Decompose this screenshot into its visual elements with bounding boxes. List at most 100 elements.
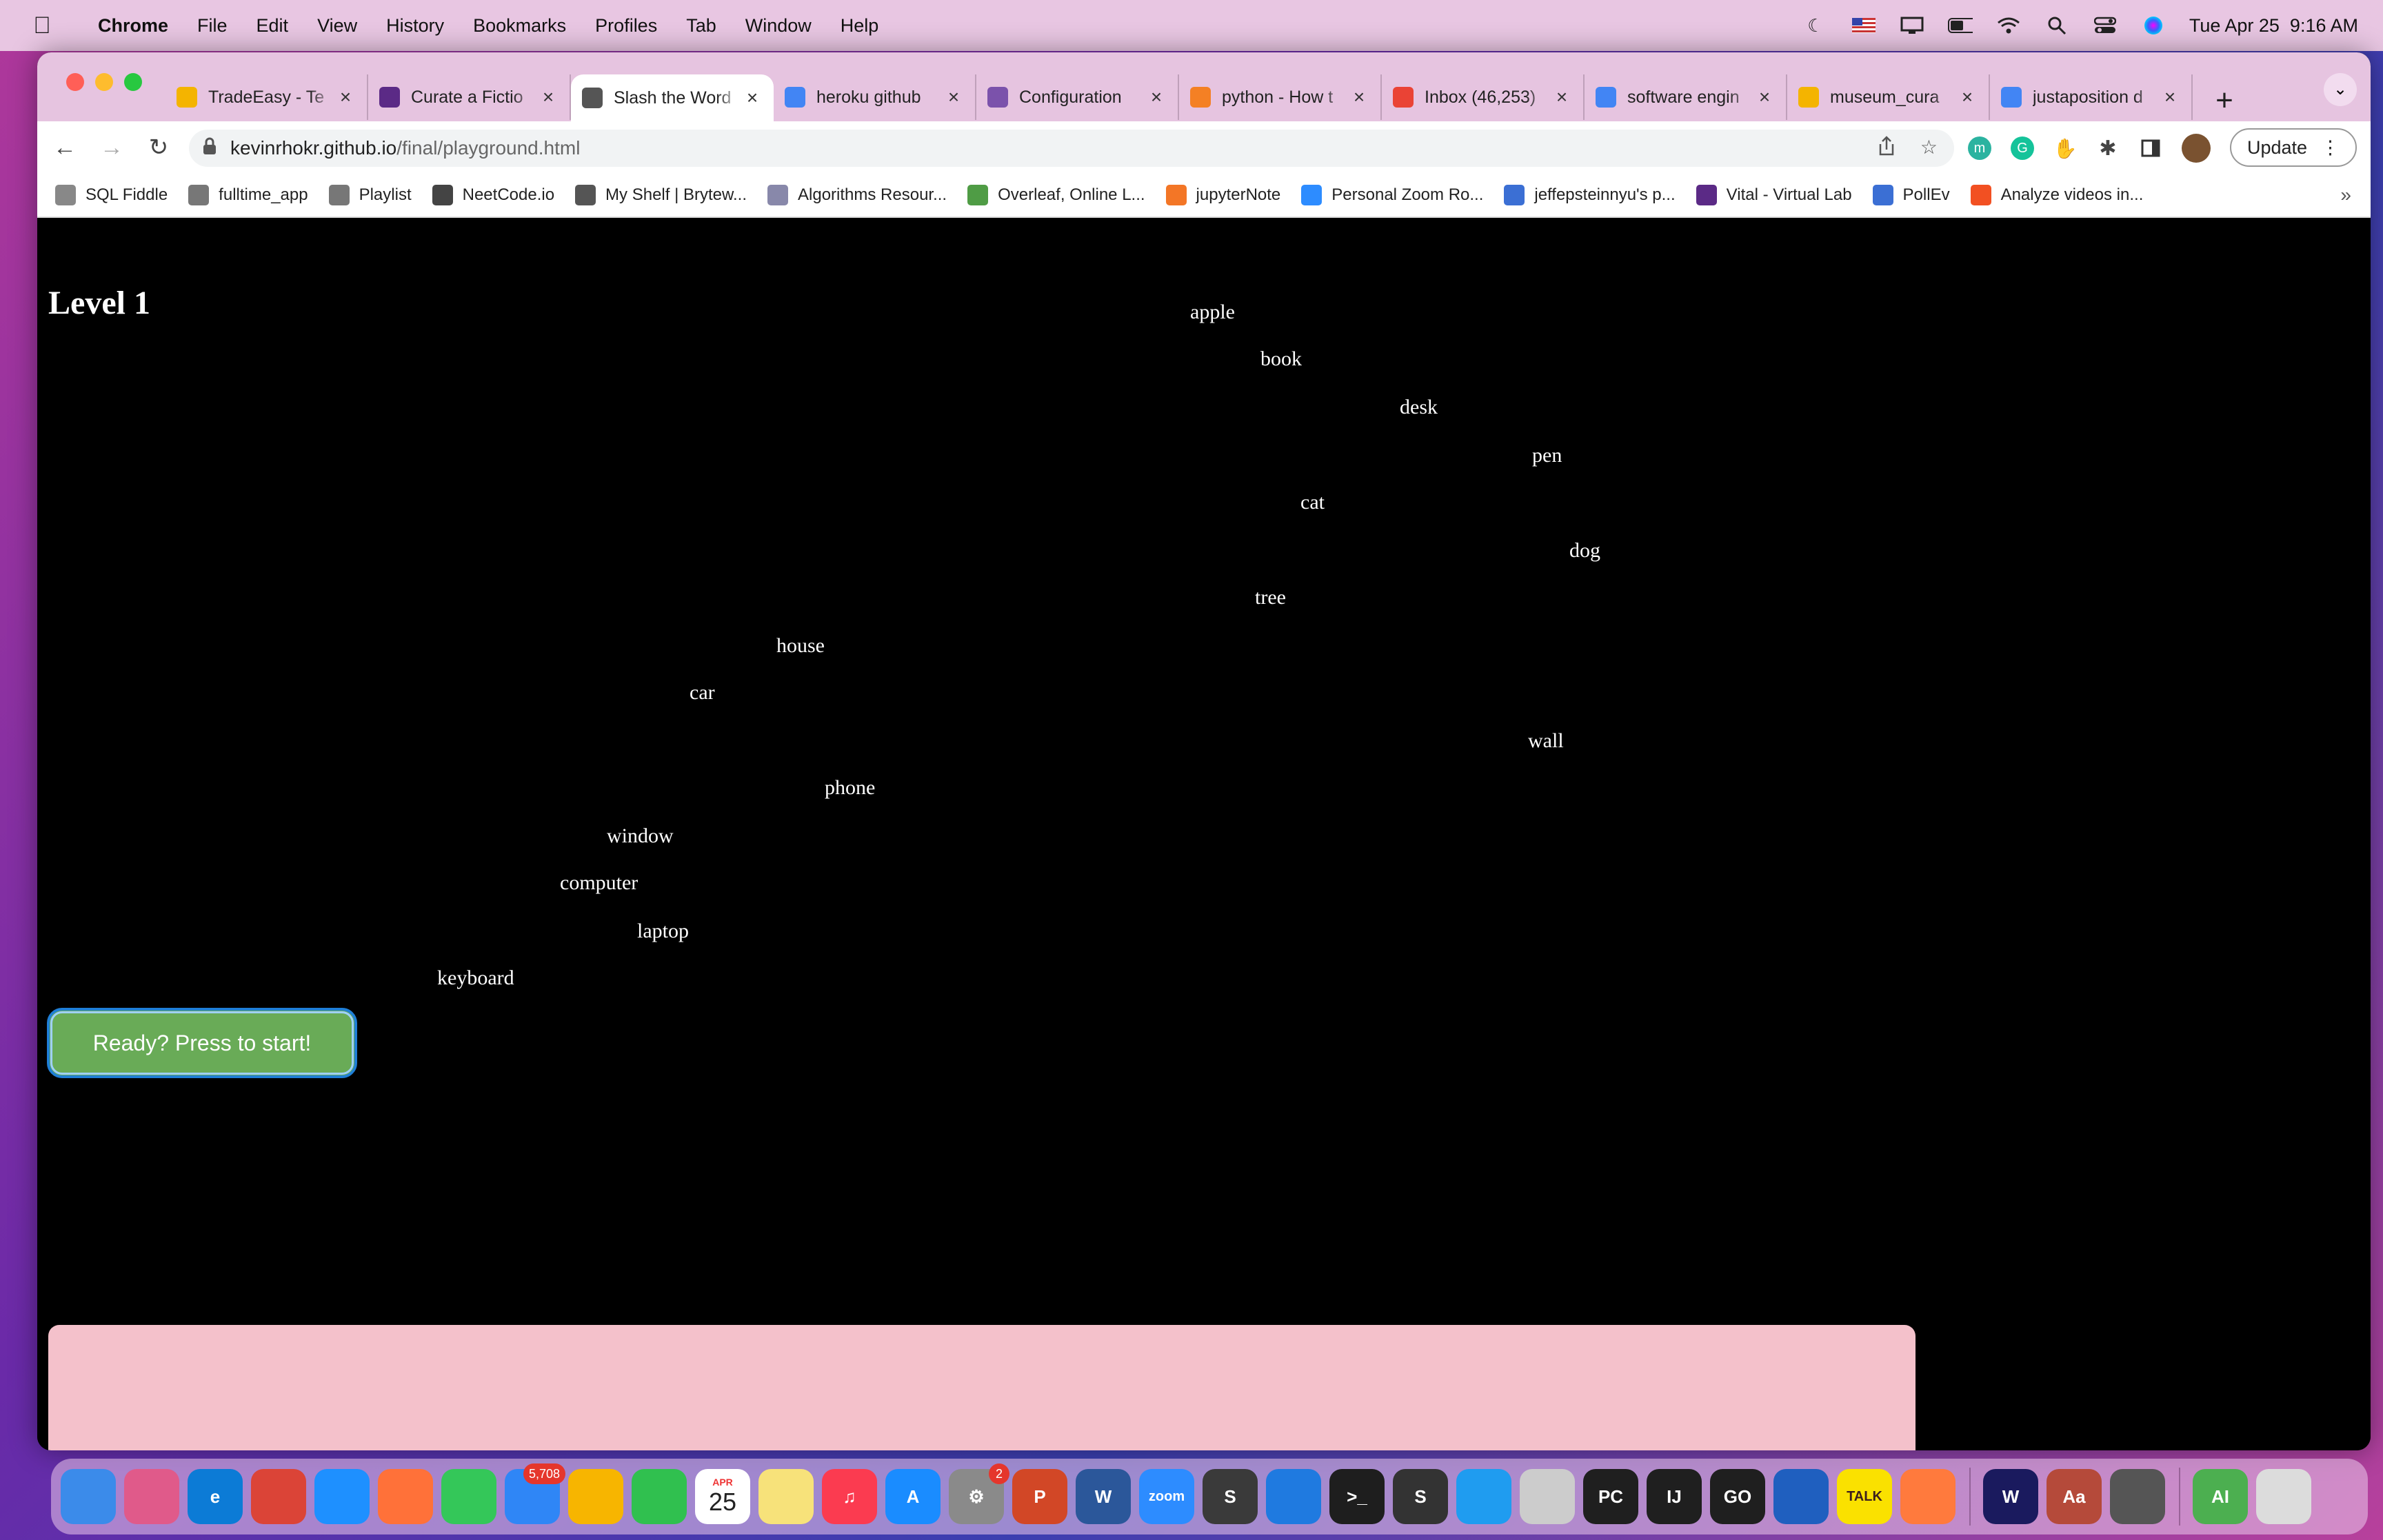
- menu-window[interactable]: Window: [745, 15, 812, 37]
- powerpoint-icon[interactable]: P: [1012, 1469, 1067, 1524]
- tab-8[interactable]: museum_cura ×: [1787, 74, 1990, 120]
- launchpad-icon[interactable]: [124, 1469, 179, 1524]
- forward-button[interactable]: →: [92, 134, 131, 161]
- tab-close-icon[interactable]: ×: [335, 86, 356, 108]
- wifi-icon[interactable]: [1996, 16, 2021, 35]
- edge-icon[interactable]: e: [188, 1469, 243, 1524]
- tab-2[interactable]: Slash the Word ×: [571, 74, 774, 121]
- tab-4[interactable]: Configuration ×: [976, 74, 1179, 120]
- tab-close-icon[interactable]: ×: [1146, 86, 1167, 108]
- reload-button[interactable]: ↻: [139, 134, 178, 161]
- address-bar[interactable]: kevinrhokr.github.io/final/playground.ht…: [189, 130, 1954, 167]
- pycharm-icon[interactable]: PC: [1583, 1469, 1638, 1524]
- dictionary-icon[interactable]: Aa: [2047, 1469, 2102, 1524]
- spotlight-search-icon[interactable]: [2044, 16, 2069, 35]
- menu-edit[interactable]: Edit: [257, 15, 289, 37]
- word-input-area[interactable]: [48, 1325, 1916, 1450]
- back-button[interactable]: ←: [46, 134, 84, 161]
- control-center-icon[interactable]: [2093, 16, 2118, 35]
- menu-profiles[interactable]: Profiles: [595, 15, 657, 37]
- window-minimize-button[interactable]: [95, 73, 113, 91]
- xcode-icon[interactable]: [1266, 1469, 1321, 1524]
- bookmark-item[interactable]: Vital - Virtual Lab: [1696, 185, 1852, 205]
- bookmark-item[interactable]: Overleaf, Online L...: [967, 185, 1145, 205]
- tab-search-button[interactable]: ⌄: [2324, 73, 2357, 106]
- sublime-icon[interactable]: S: [1203, 1469, 1258, 1524]
- tab-close-icon[interactable]: ×: [1957, 86, 1978, 108]
- tab-close-icon[interactable]: ×: [1754, 86, 1775, 108]
- word-icon[interactable]: W: [1076, 1469, 1131, 1524]
- ai-assistant-icon[interactable]: AI: [2193, 1469, 2248, 1524]
- menu-view[interactable]: View: [317, 15, 357, 37]
- app-store-icon[interactable]: A: [885, 1469, 941, 1524]
- siri-icon[interactable]: [2141, 16, 2166, 35]
- tab-close-icon[interactable]: ×: [538, 86, 559, 108]
- music-icon[interactable]: ♫: [822, 1469, 877, 1524]
- bookmark-item[interactable]: My Shelf | Brytew...: [575, 185, 747, 205]
- menu-bookmarks[interactable]: Bookmarks: [473, 15, 566, 37]
- tab-6[interactable]: Inbox (46,253) ×: [1382, 74, 1585, 120]
- bookmark-item[interactable]: Personal Zoom Ro...: [1301, 185, 1483, 205]
- screen-mirroring-icon[interactable]: [1900, 16, 1924, 35]
- trash-icon[interactable]: [2256, 1469, 2311, 1524]
- lock-icon[interactable]: [189, 137, 230, 160]
- menu-file[interactable]: File: [197, 15, 228, 37]
- tab-close-icon[interactable]: ×: [1551, 86, 1572, 108]
- bookmark-item[interactable]: Analyze videos in...: [1970, 185, 2143, 205]
- goland-icon[interactable]: GO: [1710, 1469, 1765, 1524]
- tab-close-icon[interactable]: ×: [943, 86, 964, 108]
- profile-avatar[interactable]: [2182, 134, 2211, 163]
- share-icon[interactable]: [1878, 135, 1896, 161]
- menu-app-name[interactable]: Chrome: [98, 15, 168, 37]
- window-zoom-button[interactable]: [124, 73, 142, 91]
- zoom-icon[interactable]: zoom: [1139, 1469, 1194, 1524]
- us-flag-input-icon[interactable]: [1851, 16, 1876, 35]
- tab-close-icon[interactable]: ×: [1349, 86, 1369, 108]
- battery-icon[interactable]: [1947, 16, 1973, 35]
- m-extension-icon[interactable]: m: [1968, 136, 1991, 160]
- intellij-icon[interactable]: IJ: [1647, 1469, 1702, 1524]
- bookmark-item[interactable]: jeffepsteinnyu's p...: [1504, 185, 1676, 205]
- terminal-icon[interactable]: >_: [1329, 1469, 1385, 1524]
- side-panel-icon[interactable]: [2139, 136, 2162, 160]
- puzzle-extensions-icon[interactable]: ✱: [2096, 136, 2120, 160]
- bookmark-item[interactable]: NeetCode.io: [432, 185, 554, 205]
- menu-help[interactable]: Help: [841, 15, 879, 37]
- system-settings-icon[interactable]: ⚙ 2: [949, 1463, 1009, 1524]
- tab-close-icon[interactable]: ×: [742, 87, 763, 109]
- tab-5[interactable]: python - How t ×: [1179, 74, 1382, 120]
- kakaotalk-icon[interactable]: TALK: [1837, 1469, 1892, 1524]
- photos-icon[interactable]: [568, 1469, 623, 1524]
- menubar-datetime[interactable]: Tue Apr 25 9:16 AM: [2189, 15, 2358, 37]
- mail-icon[interactable]: 5,708: [505, 1463, 565, 1524]
- bookmark-item[interactable]: SQL Fiddle: [55, 185, 168, 205]
- bookmark-item[interactable]: PollEv: [1872, 185, 1950, 205]
- window-close-button[interactable]: [66, 73, 84, 91]
- safari-icon[interactable]: [314, 1469, 370, 1524]
- menu-history[interactable]: History: [386, 15, 444, 37]
- bookmark-item[interactable]: Playlist: [328, 185, 412, 205]
- tab-close-icon[interactable]: ×: [2160, 86, 2180, 108]
- focus-moon-icon[interactable]: ☾: [1803, 15, 1828, 36]
- update-button[interactable]: Update ⋮: [2230, 128, 2357, 167]
- messages-icon[interactable]: [441, 1469, 496, 1524]
- calendar-icon[interactable]: APR 25: [695, 1469, 750, 1524]
- tab-3[interactable]: heroku github ×: [774, 74, 976, 120]
- grammarly-icon[interactable]: G: [2011, 136, 2034, 160]
- tab-1[interactable]: Curate a Fictio ×: [368, 74, 571, 120]
- finder-icon[interactable]: [61, 1469, 116, 1524]
- facetime-icon[interactable]: [632, 1469, 687, 1524]
- tab-9[interactable]: justaposition d ×: [1990, 74, 2193, 120]
- preview-icon[interactable]: [2110, 1469, 2165, 1524]
- tab-7[interactable]: software engin ×: [1585, 74, 1787, 120]
- apple-menu-icon[interactable]: : [25, 12, 59, 39]
- new-tab-button[interactable]: +: [2204, 81, 2245, 123]
- bookmark-item[interactable]: jupyterNote: [1165, 185, 1280, 205]
- firefox-icon[interactable]: [378, 1469, 433, 1524]
- start-button[interactable]: Ready? Press to start!: [47, 1008, 357, 1078]
- wireshark-icon[interactable]: [1773, 1469, 1829, 1524]
- notes-icon[interactable]: [758, 1469, 814, 1524]
- bookmarks-overflow-icon[interactable]: »: [2340, 184, 2351, 206]
- sublime-merge-icon[interactable]: S: [1393, 1469, 1448, 1524]
- cube-app-icon[interactable]: [1520, 1469, 1575, 1524]
